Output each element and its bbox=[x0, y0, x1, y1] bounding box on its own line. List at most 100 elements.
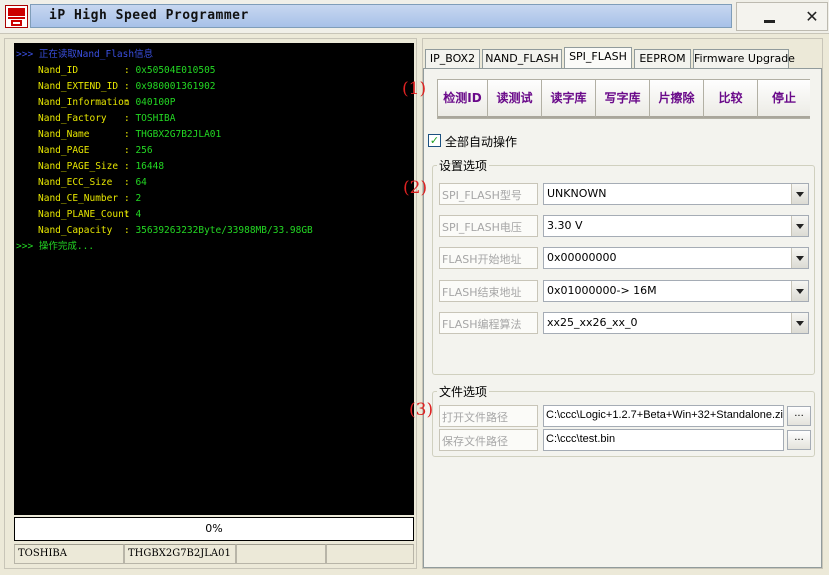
save-browse-button[interactable]: ... bbox=[787, 430, 811, 450]
spi-voltage-label: SPI_FLASH电压 bbox=[439, 215, 538, 237]
marker-2: (2) bbox=[403, 178, 428, 198]
log-line-value: 256 bbox=[135, 145, 153, 156]
settings-title: 设置选项 bbox=[437, 157, 490, 174]
open-path-input[interactable]: C:\ccc\Logic+1.2.7+Beta+Win+32+Standalon… bbox=[543, 405, 784, 427]
title-bar: iP High Speed Programmer ✕ bbox=[0, 0, 829, 34]
tab-firmware-upgrade[interactable]: Firmware Upgrade bbox=[693, 49, 795, 69]
status-cell-empty bbox=[326, 544, 414, 564]
chevron-down-icon[interactable] bbox=[791, 313, 808, 333]
end-address-select[interactable]: 0x01000000-> 16M bbox=[543, 280, 809, 302]
spi-flash-page: (1) 检测ID 读测试 读字库 写字库 片擦除 比较 停止 ✓ 全部自动操作 … bbox=[402, 68, 822, 568]
compare-button[interactable]: 比较 bbox=[704, 80, 758, 118]
log-footer: >>> 操作完成... bbox=[16, 241, 95, 252]
log-line: Nand_PLANE_Count: 4 bbox=[16, 207, 414, 223]
log-line-separator: : bbox=[124, 177, 136, 188]
log-line-value: 0x50504E010505 bbox=[135, 65, 216, 76]
log-line-label: Nand_Name bbox=[38, 129, 90, 140]
log-line: Nand_PAGE_Size: 16448 bbox=[16, 159, 414, 175]
start-address-select[interactable]: 0x00000000 bbox=[543, 247, 809, 269]
window-title: iP High Speed Programmer bbox=[30, 4, 732, 28]
log-header: >>> 正在读取Nand_Flash信息 bbox=[16, 49, 154, 60]
log-line-separator: : bbox=[124, 193, 136, 204]
tab-nand-flash[interactable]: NAND_FLASH bbox=[482, 49, 562, 69]
chevron-down-icon[interactable] bbox=[791, 281, 808, 301]
chevron-down-icon[interactable] bbox=[791, 248, 808, 268]
log-line-value: 040100P bbox=[135, 97, 176, 108]
algorithm-select[interactable]: xx25_xx26_xx_0 bbox=[543, 312, 809, 334]
log-line-label: Nand_PLANE_Count bbox=[38, 209, 130, 220]
log-line-separator: : bbox=[124, 65, 136, 76]
tab-eeprom[interactable]: EEPROM bbox=[634, 49, 691, 69]
action-toolbar: 检测ID 读测试 读字库 写字库 片擦除 比较 停止 bbox=[437, 79, 810, 119]
log-line: Nand_Name: THGBX2G7B2JLA01 bbox=[16, 127, 414, 143]
log-line-value: THGBX2G7B2JLA01 bbox=[135, 129, 222, 140]
save-path-input[interactable]: C:\ccc\test.bin bbox=[543, 429, 784, 451]
status-bar: TOSHIBA THGBX2G7B2JLA01 bbox=[14, 544, 414, 564]
minimize-icon[interactable] bbox=[759, 6, 781, 28]
status-cell-empty bbox=[236, 544, 326, 564]
log-line: Nand_EXTEND_ID: 0x980001361902 bbox=[16, 79, 414, 95]
log-line: Nand_ECC_Size: 64 bbox=[16, 175, 414, 191]
log-line-value: 64 bbox=[135, 177, 147, 188]
log-line-separator: : bbox=[124, 97, 136, 108]
status-cell-factory: TOSHIBA bbox=[14, 544, 124, 564]
log-console: >>> 正在读取Nand_Flash信息 Nand_ID: 0x50504E01… bbox=[14, 43, 414, 515]
save-path-label: 保存文件路径 bbox=[439, 429, 538, 451]
spi-voltage-select[interactable]: 3.30 V bbox=[543, 215, 809, 237]
auto-all-label: 全部自动操作 bbox=[445, 135, 518, 149]
window-controls: ✕ bbox=[736, 2, 828, 31]
files-title: 文件选项 bbox=[437, 383, 490, 400]
log-line-label: Nand_ID bbox=[38, 65, 79, 76]
log-line-label: Nand_ECC_Size bbox=[38, 177, 113, 188]
end-address-label: FLASH结束地址 bbox=[439, 280, 538, 302]
log-line-separator: : bbox=[124, 225, 136, 236]
files-group: 文件选项 (3) 打开文件路径 C:\ccc\Logic+1.2.7+Beta+… bbox=[409, 383, 815, 457]
chevron-down-icon[interactable] bbox=[791, 216, 808, 236]
log-line-label: Nand_PAGE bbox=[38, 145, 90, 156]
marker-1: (1) bbox=[402, 79, 427, 99]
log-line-label: Nand_Information bbox=[38, 97, 130, 108]
close-icon[interactable]: ✕ bbox=[801, 6, 823, 28]
chevron-down-icon[interactable] bbox=[791, 184, 808, 204]
marker-3: (3) bbox=[409, 400, 434, 420]
log-line-value: 2 bbox=[135, 193, 142, 204]
log-line-label: Nand_EXTEND_ID bbox=[38, 81, 119, 92]
log-line-value: TOSHIBA bbox=[135, 113, 176, 124]
log-line-value: 4 bbox=[135, 209, 142, 220]
stop-button[interactable]: 停止 bbox=[758, 80, 810, 118]
tab-ip-box2[interactable]: IP_BOX2 bbox=[425, 49, 480, 69]
control-panel: IP_BOX2 NAND_FLASH SPI_FLASH EEPROM Firm… bbox=[402, 38, 823, 569]
chip-erase-button[interactable]: 片擦除 bbox=[650, 80, 704, 118]
log-panel: >>> 正在读取Nand_Flash信息 Nand_ID: 0x50504E01… bbox=[4, 38, 417, 569]
log-line-label: Nand_Factory bbox=[38, 113, 107, 124]
log-line: Nand_Capacity: 35639263232Byte/33988MB/3… bbox=[16, 223, 414, 239]
auto-all-checkbox[interactable]: ✓ bbox=[428, 134, 441, 147]
status-cell-name: THGBX2G7B2JLA01 bbox=[124, 544, 236, 564]
log-line-separator: : bbox=[124, 209, 136, 220]
tab-spi-flash[interactable]: SPI_FLASH bbox=[564, 47, 632, 69]
read-font-button[interactable]: 读字库 bbox=[542, 80, 596, 118]
log-line-separator: : bbox=[124, 161, 136, 172]
open-browse-button[interactable]: ... bbox=[787, 406, 811, 426]
detect-id-button[interactable]: 检测ID bbox=[438, 80, 488, 118]
write-font-button[interactable]: 写字库 bbox=[596, 80, 650, 118]
log-line-separator: : bbox=[124, 113, 136, 124]
log-line-label: Nand_CE_Number bbox=[38, 193, 119, 204]
log-line-value: 35639263232Byte/33988MB/33.98GB bbox=[135, 225, 313, 236]
log-line-value: 16448 bbox=[135, 161, 165, 172]
spi-model-label: SPI_FLASH型号 bbox=[439, 183, 538, 205]
log-line-label: Nand_PAGE_Size bbox=[38, 161, 119, 172]
spi-model-select[interactable]: UNKNOWN bbox=[543, 183, 809, 205]
log-line-label: Nand_Capacity bbox=[38, 225, 113, 236]
log-line: Nand_CE_Number: 2 bbox=[16, 191, 414, 207]
open-path-label: 打开文件路径 bbox=[439, 405, 538, 427]
log-line-separator: : bbox=[124, 129, 136, 140]
log-line: Nand_ID: 0x50504E010505 bbox=[16, 63, 414, 79]
settings-group: 设置选项 (2) SPI_FLASH型号 UNKNOWN SPI_FLASH电压… bbox=[403, 157, 815, 375]
read-test-button[interactable]: 读测试 bbox=[488, 80, 542, 118]
log-line-separator: : bbox=[124, 81, 136, 92]
progress-bar: 0% bbox=[14, 517, 414, 541]
log-line: Nand_PAGE: 256 bbox=[16, 143, 414, 159]
log-line-separator: : bbox=[124, 145, 136, 156]
start-address-label: FLASH开始地址 bbox=[439, 247, 538, 269]
